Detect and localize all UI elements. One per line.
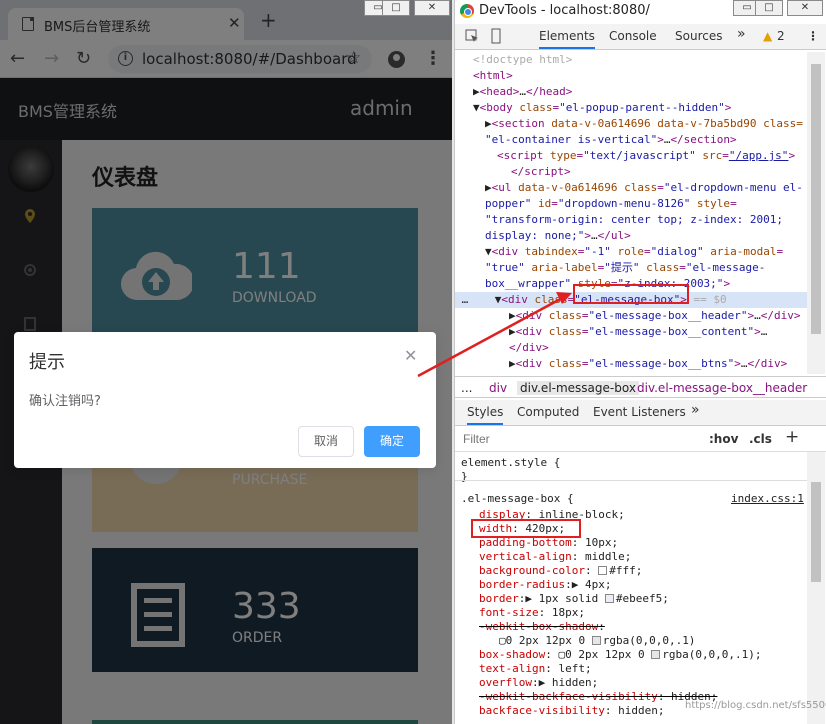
tab-sources[interactable]: Sources — [675, 29, 722, 43]
rule-source-link[interactable]: index.css:1 — [731, 492, 804, 506]
device-toolbar-icon[interactable] — [489, 28, 503, 44]
warning-count: 2 — [777, 29, 785, 43]
watermark: https://blog.csdn.net/sfs5500 — [685, 700, 826, 711]
devtools-titlebar: DevTools - localhost:8080/ ▭ □ ✕ — [455, 0, 826, 22]
filter-input[interactable] — [459, 429, 697, 449]
message-box-content: 确认注销吗? — [29, 394, 101, 409]
breadcrumb-message-box[interactable]: div.el-message-box — [517, 381, 639, 395]
styles-tabs: Styles Computed Event Listeners » — [455, 400, 826, 426]
dom-scrollbar-thumb[interactable] — [811, 64, 821, 334]
browser-window: BMS后台管理系统 ✕ + ← → ↻ i localhost:8080/#/D… — [0, 0, 452, 724]
more-tabs-icon[interactable]: » — [737, 26, 746, 42]
close-window-button[interactable]: ✕ — [414, 0, 450, 16]
message-box-title: 提示 — [29, 352, 65, 373]
devtools-window: DevTools - localhost:8080/ ▭ □ ✕ Element… — [454, 0, 826, 724]
new-rule-button[interactable]: + — [785, 427, 799, 447]
dom-scrollbar[interactable] — [807, 52, 825, 374]
more-styles-tabs-icon[interactable]: » — [691, 402, 700, 418]
styles-scrollbar[interactable] — [807, 452, 825, 724]
styles-scrollbar-thumb[interactable] — [811, 482, 821, 582]
styles-pane[interactable]: element.style { } .el-message-box { inde… — [455, 452, 807, 724]
tab-styles[interactable]: Styles — [467, 405, 504, 425]
styles-filter-bar: :hov .cls + — [455, 426, 826, 452]
chrome-logo-icon — [460, 4, 474, 18]
confirm-button[interactable]: 确定 — [364, 426, 420, 457]
devtools-tabs: Elements Console Sources » ▲ 2 ⋮ — [455, 24, 826, 50]
tab-computed[interactable]: Computed — [517, 405, 579, 419]
close-icon[interactable]: ✕ — [404, 346, 417, 365]
devtools-close-button[interactable]: ✕ — [787, 0, 823, 16]
maximize-button[interactable]: □ — [382, 0, 410, 16]
cancel-button[interactable]: 取消 — [298, 426, 354, 457]
devtools-maximize-button[interactable]: □ — [755, 0, 783, 16]
hov-toggle[interactable]: :hov — [709, 432, 738, 446]
cls-toggle[interactable]: .cls — [749, 432, 772, 446]
dom-tree[interactable]: <!doctype html> <html> ▶<head>…</head> ▼… — [455, 52, 807, 374]
message-box: 提示 ✕ 确认注销吗? 取消 确定 — [14, 332, 436, 468]
breadcrumb-div[interactable]: div — [489, 381, 507, 395]
devtools-title: DevTools - localhost:8080/ — [479, 3, 650, 18]
tab-elements[interactable]: Elements — [539, 29, 595, 49]
warning-icon[interactable]: ▲ — [763, 29, 772, 43]
tab-console[interactable]: Console — [609, 29, 657, 43]
highlight-box-class — [573, 284, 689, 304]
inspect-icon[interactable] — [465, 29, 479, 43]
devtools-menu-icon[interactable]: ⋮ — [807, 29, 819, 43]
tab-event-listeners[interactable]: Event Listeners — [593, 405, 686, 419]
breadcrumb-ellipsis[interactable]: ... — [461, 381, 472, 395]
breadcrumb-message-box-header[interactable]: div.el-message-box__header — [637, 381, 807, 395]
highlight-box-width — [471, 519, 581, 538]
breadcrumb: ... div div.el-message-box div.el-messag… — [455, 376, 826, 398]
